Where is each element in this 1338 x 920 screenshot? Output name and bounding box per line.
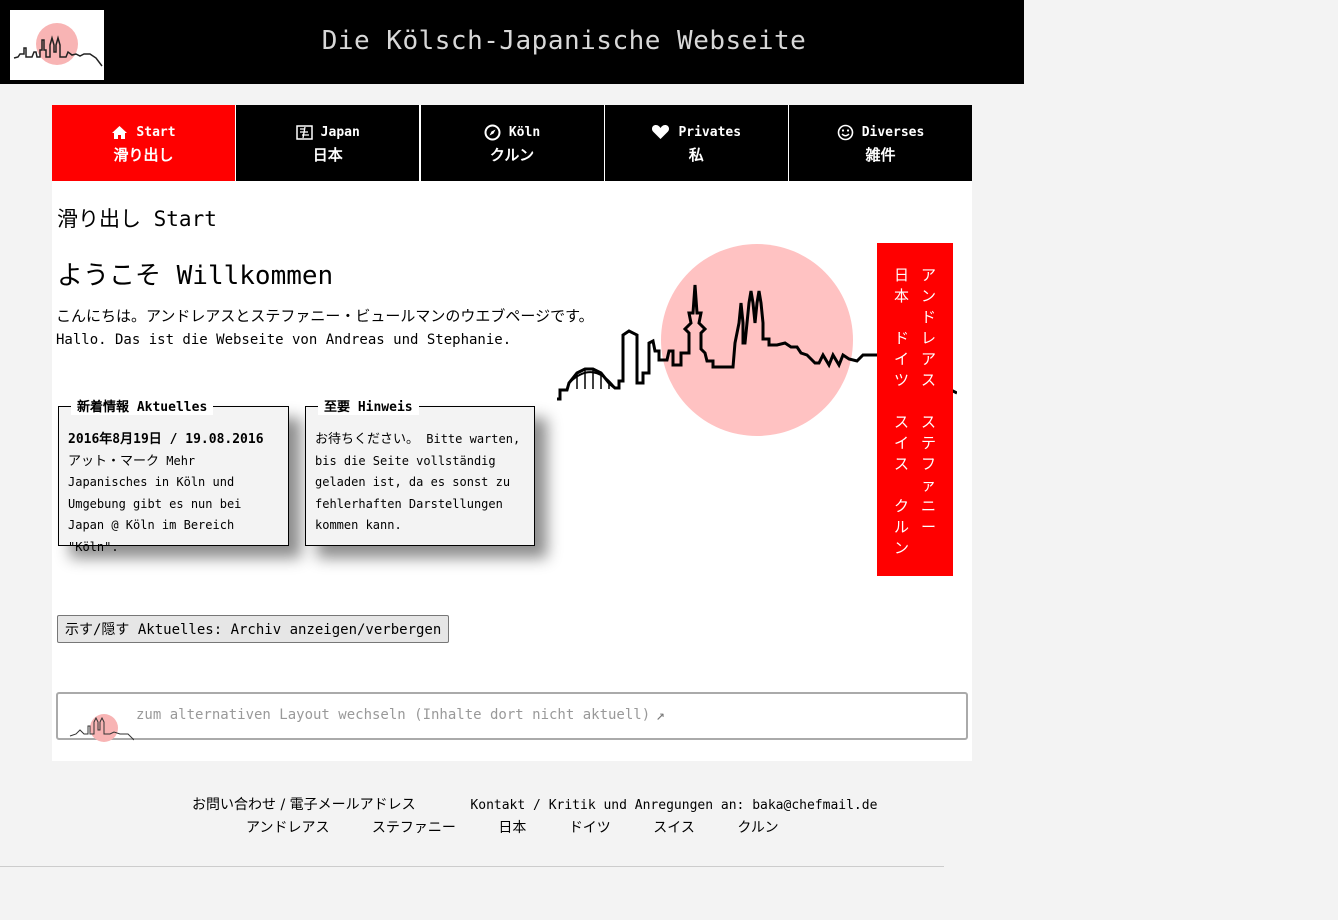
footer-link-germany[interactable]: ドイツ xyxy=(569,820,611,836)
notice-box: 至要 Hinweis お待ちください。 Bitte warten, bis di… xyxy=(305,396,535,546)
archive-toggle-button[interactable]: 示す/隠す Aktuelles: Archiv anzeigen/verberg… xyxy=(57,615,450,643)
place-char: ツ xyxy=(893,371,909,389)
notice-text: Bitte warten, bis die Seite vollständig … xyxy=(315,432,521,532)
news-legend: 新着情報 Aktuelles xyxy=(71,396,214,415)
email-link[interactable]: baka@chefmail.de xyxy=(752,798,877,813)
contact-label-de: Kontakt / Kritik und Anregungen an: xyxy=(470,798,745,813)
news-box: 新着情報 Aktuelles 2016年8月19日 / 19.08.2016 ア… xyxy=(58,396,289,554)
name-char: ド xyxy=(921,308,937,326)
intro-text-de: Hallo. Das ist die Webseite von Andreas … xyxy=(56,332,512,348)
name-char: ァ xyxy=(921,476,937,494)
place-char: ル xyxy=(893,518,909,536)
contact-label-jp: お問い合わせ / 電子メールアドレス xyxy=(192,797,416,813)
place-char: ス xyxy=(893,413,909,431)
names-places-banner: ア ン ド レ ア ス ス テ フ ァ ニ ー 日 本 ド イ ツ ス イ ス … xyxy=(877,243,953,576)
heart-icon xyxy=(652,125,670,139)
news-date: 2016年8月19日 / 19.08.2016 xyxy=(68,432,264,447)
footer-links: アンドレアス ステファニー 日本 ドイツ スイス クルン xyxy=(246,817,817,837)
name-char: テ xyxy=(921,434,937,452)
nav-item-japan[interactable]: Japan 日本 xyxy=(236,105,420,181)
name-char: フ xyxy=(921,455,937,473)
site-logo[interactable] xyxy=(10,10,104,80)
nav-label-de: Start xyxy=(136,124,176,140)
site-title: Die Kölsch-Japanische Webseite xyxy=(321,26,807,56)
alternative-layout-link[interactable]: zum alternativen Layout wechseln (Inhalt… xyxy=(56,692,968,742)
nav-label-de: Diverses xyxy=(861,124,925,140)
site-header: Die Kölsch-Japanische Webseite xyxy=(0,0,1024,84)
name-char: ア xyxy=(921,350,937,368)
name-char: レ xyxy=(921,329,937,347)
page-title: 滑り出し Start xyxy=(57,207,217,231)
footer-link-switzerland[interactable]: スイス xyxy=(653,820,695,836)
footer-divider xyxy=(0,866,944,867)
place-char: イ xyxy=(893,434,909,452)
name-char: ニ xyxy=(921,497,937,515)
nav-label-jp: 日本 xyxy=(312,146,343,164)
place-char: ン xyxy=(893,539,909,557)
nav-item-start[interactable]: Start 滑り出し xyxy=(52,105,235,181)
footer-link-stephanie[interactable]: ステファニー xyxy=(372,820,456,836)
nav-label-jp: 私 xyxy=(688,146,704,164)
nav-item-diverses[interactable]: Diverses 雑件 xyxy=(789,105,972,181)
nav-label-de: Köln xyxy=(508,124,541,140)
home-icon xyxy=(112,125,128,139)
place-char: 日 xyxy=(893,266,909,284)
mini-logo-icon xyxy=(69,714,134,742)
nav-item-koeln[interactable]: Köln クルン xyxy=(420,105,604,181)
smiley-icon xyxy=(837,124,853,140)
place-char: ド xyxy=(893,329,909,347)
nav-label-de: Privates xyxy=(678,124,742,140)
nav-label-jp: 滑り出し xyxy=(113,146,174,164)
notice-legend: 至要 Hinweis xyxy=(318,396,419,415)
nav-label-jp: クルン xyxy=(489,146,535,164)
news-text-jp: アット・マーク xyxy=(68,453,160,469)
name-char: ア xyxy=(921,266,937,284)
external-arrow-icon: ↗ xyxy=(656,706,666,724)
map-icon xyxy=(295,124,313,140)
name-char: ス xyxy=(921,413,937,431)
main-content: 滑り出し Start ようこそ Willkommen こんにちは。アンドレアスと… xyxy=(52,181,972,761)
footer-contact: お問い合わせ / 電子メールアドレス Kontakt / Kritik und … xyxy=(192,794,877,814)
footer-link-koeln[interactable]: クルン xyxy=(737,820,778,836)
place-char: イ xyxy=(893,350,909,368)
place-char: 本 xyxy=(893,287,909,305)
place-char: ス xyxy=(893,455,909,473)
main-nav: Start 滑り出し Japan 日本 Köln クルン Privates 私 … xyxy=(52,105,972,181)
alt-layout-text: zum alternativen Layout wechseln (Inhalt… xyxy=(136,707,651,723)
place-char: ク xyxy=(893,497,909,515)
footer-link-japan[interactable]: 日本 xyxy=(498,820,526,836)
nav-label-de: Japan xyxy=(320,124,360,140)
compass-icon xyxy=(484,124,501,140)
footer-link-andreas[interactable]: アンドレアス xyxy=(246,820,329,836)
name-char: ス xyxy=(921,371,937,389)
notice-text-jp: お待ちください。 xyxy=(315,432,420,447)
name-char: ー xyxy=(921,518,937,536)
welcome-heading: ようこそ Willkommen xyxy=(57,261,334,291)
intro-text-jp: こんにちは。アンドレアスとステファニー・ビュールマンのウエブページです。 xyxy=(56,307,594,325)
places-column: 日 本 ド イ ツ ス イ ス ク ル ン xyxy=(894,265,909,576)
nav-label-jp: 雑件 xyxy=(865,146,896,164)
names-column: ア ン ド レ ア ス ス テ フ ァ ニ ー xyxy=(921,265,936,576)
nav-item-privates[interactable]: Privates 私 xyxy=(604,105,788,181)
name-char: ン xyxy=(921,287,937,305)
